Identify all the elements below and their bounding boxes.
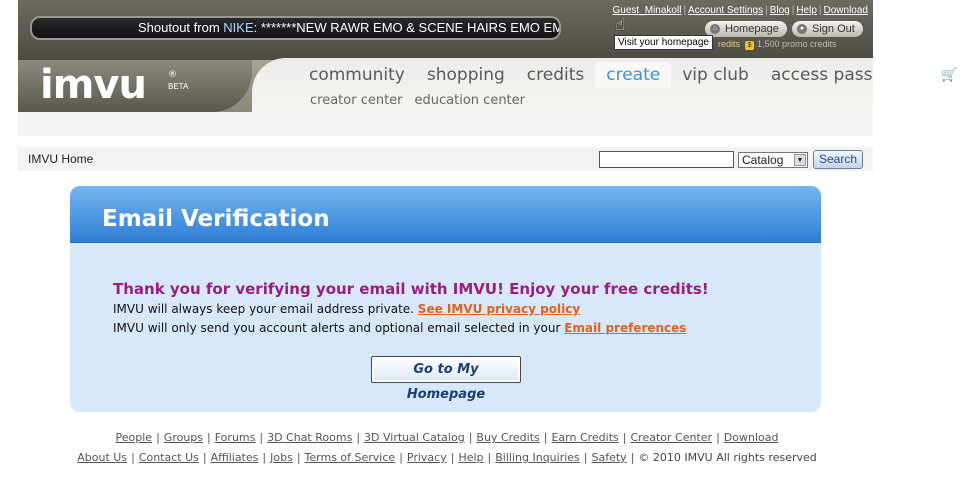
shoutout-prefix: Shoutout from <box>138 20 224 35</box>
search-input[interactable] <box>599 151 734 168</box>
shopping-cart-icon[interactable]: 🛒 <box>941 68 957 83</box>
footer-link[interactable]: Earn Credits <box>551 431 618 444</box>
credits-text: redits <box>718 39 741 49</box>
hand-cursor-icon: ☝ <box>615 15 626 35</box>
search-button[interactable]: Search <box>813 150 863 169</box>
logo-registered-mark: ® <box>168 70 177 80</box>
footer-link[interactable]: About Us <box>77 451 127 464</box>
privacy-line: IMVU will always keep your email address… <box>113 302 580 316</box>
go-to-homepage-button[interactable]: Go to My Homepage <box>371 356 521 402</box>
privacy-policy-link[interactable]: See IMVU privacy policy <box>418 302 580 316</box>
footer-link[interactable]: Buy Credits <box>476 431 539 444</box>
footer-link[interactable]: Forums <box>215 431 256 444</box>
email-verification-panel: Email Verification Thank you for verifyi… <box>70 186 821 412</box>
footer-link[interactable]: Download <box>724 431 779 444</box>
footer-link[interactable]: Help <box>458 451 483 464</box>
footer-link[interactable]: 3D Virtual Catalog <box>364 431 465 444</box>
footer-link[interactable]: Contact Us <box>139 451 199 464</box>
blog-link[interactable]: Blog <box>770 5 790 16</box>
header-bottom-band <box>18 112 873 136</box>
subnav-education-center[interactable]: education center <box>415 93 525 108</box>
catalog-select[interactable]: Catalog ▼ <box>738 152 808 168</box>
email-pref-text: IMVU will only send you account alerts a… <box>113 321 565 335</box>
imvu-logo[interactable]: imvu <box>40 63 147 107</box>
shoutout-ticker[interactable]: Shoutout from NIKE: *******NEW RAWR EMO … <box>30 16 561 40</box>
sub-nav: creator center education center <box>310 93 537 108</box>
credits-balance: redits $1,500 promo credits <box>718 39 837 50</box>
footer-link[interactable]: 3D Chat Rooms <box>267 431 352 444</box>
shoutout-text: : *******NEW RAWR EMO & SCENE HAIRS EMO … <box>253 20 561 35</box>
nav-community[interactable]: community <box>298 62 416 88</box>
footer-links-primary: People | Groups | Forums | 3D Chat Rooms | 3D Vi… <box>115 431 779 444</box>
nav-shopping[interactable]: shopping <box>416 62 516 88</box>
shoutout-nick[interactable]: NIKE <box>223 20 253 35</box>
account-settings-link[interactable]: Account Settings <box>688 5 763 16</box>
subnav-creator-center[interactable]: creator center <box>310 93 403 108</box>
footer-link[interactable]: Billing Inquiries <box>495 451 580 464</box>
footer-link[interactable]: Creator Center <box>631 431 713 444</box>
nav-create[interactable]: create <box>595 62 672 88</box>
signout-icon: ● <box>797 24 807 34</box>
privacy-text: IMVU will always keep your email address… <box>113 302 418 316</box>
thanks-message: Thank you for verifying your email with … <box>113 280 709 298</box>
signout-button[interactable]: ● Sign Out <box>792 21 863 37</box>
promo-credits-icon: $ <box>745 41 755 50</box>
breadcrumb[interactable]: IMVU Home <box>28 152 93 166</box>
homepage-tooltip: Visit your homepage <box>614 35 713 50</box>
homepage-button[interactable]: ⌂ Homepage <box>705 21 787 37</box>
site-header: Shoutout from NIKE: *******NEW RAWR EMO … <box>18 0 873 136</box>
copyright: © 2010 IMVU All rights reserved <box>638 451 817 464</box>
nav-vip-club[interactable]: vip club <box>671 62 760 88</box>
homepage-label: Homepage <box>725 23 779 35</box>
home-icon: ⌂ <box>710 24 720 34</box>
footer-link[interactable]: Terms of Service <box>305 451 396 464</box>
nav-access-pass[interactable]: access pass <box>760 62 884 88</box>
email-preferences-link[interactable]: Email preferences <box>564 321 686 335</box>
chevron-down-icon[interactable]: ▼ <box>794 154 806 166</box>
breadcrumb-bar: IMVU Home Catalog ▼ Search <box>18 147 873 171</box>
promo-credits-text: 1,500 promo credits <box>757 39 837 49</box>
footer-link[interactable]: Privacy <box>407 451 447 464</box>
signout-label: Sign Out <box>812 23 855 35</box>
footer-link[interactable]: Groups <box>164 431 203 444</box>
footer-link[interactable]: Affiliates <box>211 451 259 464</box>
footer-link[interactable]: Jobs <box>270 451 293 464</box>
main-nav: community shopping credits create vip club ac… <box>298 62 883 88</box>
catalog-select-value: Catalog <box>742 153 784 167</box>
nav-credits[interactable]: credits <box>516 62 595 88</box>
help-link[interactable]: Help <box>796 5 817 16</box>
logo-beta-label: BETA <box>168 82 189 91</box>
download-link[interactable]: Download <box>824 5 868 16</box>
email-pref-line: IMVU will only send you account alerts a… <box>113 321 686 335</box>
footer-link[interactable]: People <box>116 431 153 444</box>
footer-link[interactable]: Safety <box>592 451 627 464</box>
footer-links-secondary: About Us | Contact Us | Affiliates | Jobs | Term… <box>77 451 817 464</box>
panel-title: Email Verification <box>102 206 330 232</box>
